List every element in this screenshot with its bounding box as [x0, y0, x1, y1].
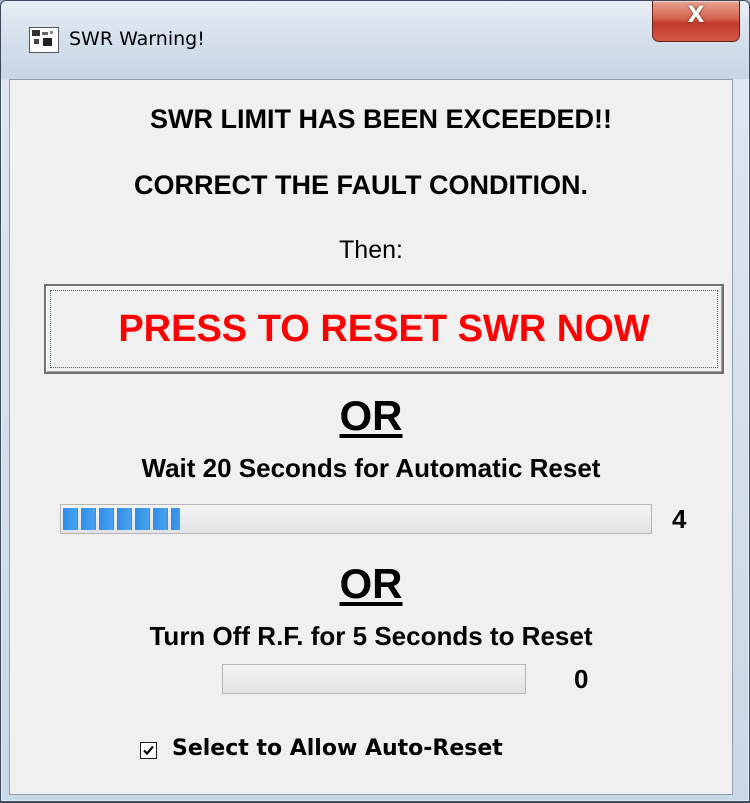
dialog-content: SWR LIMIT HAS BEEN EXCEEDED!! CORRECT TH…: [9, 79, 733, 795]
or-separator-1: OR: [339, 392, 403, 439]
rf-reset-progress-bar: [222, 664, 526, 694]
or-separator-2: OR: [339, 560, 403, 607]
title-bar[interactable]: SWR Warning! X: [1, 1, 749, 79]
auto-reset-progress-bar: [60, 504, 652, 534]
auto-reset-progress-fill: [63, 508, 180, 530]
app-icon: [29, 27, 59, 53]
auto-reset-checkbox-label: Select to Allow Auto-Reset: [172, 736, 503, 761]
auto-reset-count: 4: [672, 504, 687, 534]
then-label: Then:: [339, 236, 403, 264]
close-icon: X: [687, 3, 705, 28]
checkmark-icon: [143, 745, 154, 756]
reset-swr-button-label: PRESS TO RESET SWR NOW: [118, 308, 650, 350]
rf-reset-count: 0: [574, 664, 589, 694]
reset-swr-button[interactable]: PRESS TO RESET SWR NOW: [44, 284, 724, 374]
window-title: SWR Warning!: [69, 28, 205, 50]
close-button[interactable]: X: [652, 1, 740, 42]
rf-reset-text: Turn Off R.F. for 5 Seconds to Reset: [149, 621, 593, 651]
swr-warning-dialog: SWR Warning! X SWR LIMIT HAS BEEN EXCEED…: [0, 0, 750, 802]
warning-headline: SWR LIMIT HAS BEEN EXCEEDED!!: [149, 104, 613, 134]
auto-reset-text: Wait 20 Seconds for Automatic Reset: [141, 453, 601, 483]
fault-instruction: CORRECT THE FAULT CONDITION.: [134, 170, 588, 200]
auto-reset-checkbox[interactable]: [140, 742, 157, 759]
